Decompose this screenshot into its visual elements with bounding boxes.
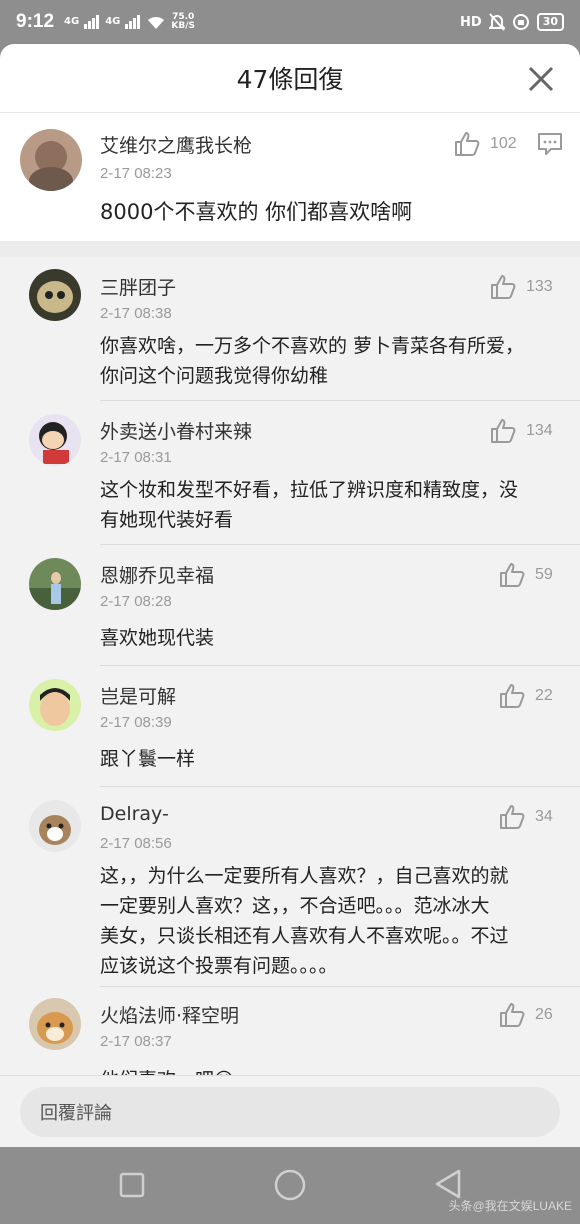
circle-icon[interactable] — [274, 1169, 306, 1201]
like-button[interactable]: 59 — [499, 562, 553, 588]
thumbs-up-icon — [500, 563, 525, 587]
reply-author[interactable]: 外卖送小眷村来辣 — [100, 417, 252, 444]
reply-text: 这，，为什么一定要所有人喜欢？，自己喜欢的就 一定要别人喜欢？这，，不合适吧。。… — [100, 865, 509, 977]
reply-time: 2-17 08:38 — [100, 305, 172, 322]
reply-list: 三胖团子 2-17 08:38 133 你喜欢啥，一万多个不喜欢的 萝卜青菜各有… — [0, 257, 580, 1075]
reply-time: 2-17 08:39 — [100, 714, 172, 731]
reply-input[interactable]: 回覆評論 — [20, 1087, 560, 1137]
wifi-icon — [148, 16, 165, 29]
watermark: 头条@我在文娱LUAKE — [448, 1199, 572, 1213]
reply-item: 火焰法师·释空明 2-17 08:37 26 他们喜欢一吧😊 — [0, 987, 580, 1075]
reply-input-bar: 回覆評論 — [0, 1075, 580, 1147]
reply-text: 跟丫鬟一样 — [100, 748, 196, 770]
sheet-title: 47條回復 — [236, 65, 344, 94]
reply-text: 这个妆和发型不好看，拉低了辨识度和精致度，没 有她现代装好看 — [100, 479, 519, 531]
signal-4g-2: 4G — [105, 16, 121, 27]
triangle-back-icon[interactable] — [434, 1169, 462, 1199]
comment-text: 8000个不喜欢的 你们都喜欢啥啊 — [100, 200, 413, 224]
signal-bars-icon — [84, 15, 100, 29]
like-count: 133 — [526, 278, 553, 295]
avatar[interactable] — [20, 129, 82, 191]
thumbs-up-icon — [500, 684, 525, 708]
reply-text: 他们喜欢一吧😊 — [100, 1065, 234, 1075]
reply-author[interactable]: 火焰法师·释空明 — [100, 1001, 239, 1028]
reply-time: 2-17 08:56 — [100, 835, 172, 852]
comment-author[interactable]: 艾维尔之鹰我长枪 — [100, 131, 252, 158]
status-time: 9:12 — [16, 11, 55, 32]
signal-4g-1: 4G — [64, 16, 80, 27]
like-count: 26 — [535, 1006, 553, 1023]
like-button[interactable]: 34 — [499, 804, 553, 830]
data-saver-icon — [512, 14, 529, 30]
section-divider — [0, 241, 580, 257]
like-count: 34 — [535, 808, 553, 825]
reply-item: 岂是可解 2-17 08:39 22 跟丫鬟一样 — [0, 666, 580, 787]
reply-author[interactable]: 恩娜乔见幸福 — [100, 561, 214, 588]
reply-text: 喜欢她现代装 — [100, 627, 215, 649]
like-count: 22 — [535, 687, 553, 704]
reply-time: 2-17 08:31 — [100, 449, 172, 466]
avatar[interactable] — [29, 998, 81, 1050]
battery-icon: 30 — [536, 13, 564, 31]
thumbs-up-icon — [500, 1003, 525, 1027]
status-bar: 9:12 4G 4G 75.0 KB/S HD 30 — [0, 0, 580, 44]
square-icon[interactable] — [119, 1172, 145, 1198]
reply-sheet: 47條回復 艾维尔之鹰我长枪 2-17 08:23 102 8000个不喜欢的 … — [0, 44, 580, 1075]
like-button[interactable]: 102 — [454, 131, 517, 157]
comment-time: 2-17 08:23 — [100, 165, 172, 182]
sheet-header: 47條回復 — [0, 44, 580, 113]
reply-time: 2-17 08:37 — [100, 1033, 172, 1050]
thumbs-up-icon — [455, 132, 480, 156]
mute-bell-icon — [488, 13, 505, 31]
like-button[interactable]: 22 — [499, 683, 553, 709]
thumbs-up-icon — [500, 805, 525, 829]
thumbs-up-icon — [491, 419, 516, 443]
net-speed: 75.0 KB/S — [171, 12, 195, 31]
reply-item: 恩娜乔见幸福 2-17 08:28 59 喜欢她现代装 — [0, 545, 580, 666]
like-count: 59 — [535, 566, 553, 583]
reply-author[interactable]: 岂是可解 — [100, 682, 176, 709]
top-comment: 艾维尔之鹰我长枪 2-17 08:23 102 8000个不喜欢的 你们都喜欢啥… — [0, 113, 580, 241]
avatar[interactable] — [29, 269, 81, 321]
reply-item: Delray- 2-17 08:56 34 这，，为什么一定要所有人喜欢？，自己… — [0, 787, 580, 987]
system-nav-bar: 头条@我在文娱LUAKE — [0, 1147, 580, 1224]
reply-author[interactable]: 三胖团子 — [100, 273, 176, 300]
like-count: 134 — [526, 422, 553, 439]
reply-item: 外卖送小眷村来辣 2-17 08:31 134 这个妆和发型不好看，拉低了辨识度… — [0, 401, 580, 545]
signal-bars-icon — [125, 15, 141, 29]
avatar[interactable] — [29, 414, 81, 466]
reply-item: 三胖团子 2-17 08:38 133 你喜欢啥，一万多个不喜欢的 萝卜青菜各有… — [0, 257, 580, 401]
avatar[interactable] — [29, 679, 81, 731]
reply-text: 你喜欢啥，一万多个不喜欢的 萝卜青菜各有所爱， 你问这个问题我觉得你幼稚 — [100, 335, 525, 387]
reply-input-placeholder: 回覆評論 — [40, 1103, 112, 1124]
thumbs-up-icon — [491, 275, 516, 299]
reply-author[interactable]: Delray- — [100, 803, 169, 825]
avatar[interactable] — [29, 800, 81, 852]
like-button[interactable]: 133 — [490, 274, 553, 300]
like-button[interactable]: 134 — [490, 418, 553, 444]
like-button[interactable]: 26 — [499, 1002, 553, 1028]
comment-icon[interactable] — [538, 133, 562, 155]
hd-icon: HD — [460, 14, 482, 30]
avatar[interactable] — [29, 558, 81, 610]
close-icon[interactable] — [526, 64, 556, 94]
like-count: 102 — [490, 135, 517, 152]
reply-time: 2-17 08:28 — [100, 593, 172, 610]
